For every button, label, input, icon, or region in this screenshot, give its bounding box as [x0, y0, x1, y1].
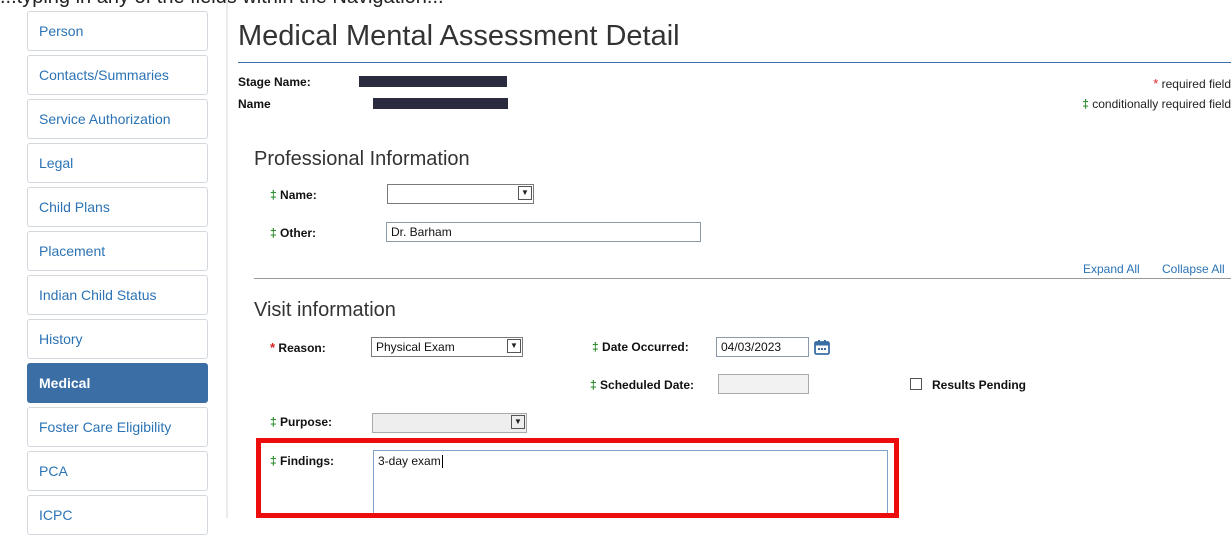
sidebar-item-person[interactable]: Person	[27, 11, 208, 51]
stage-name-value-redacted	[359, 76, 507, 87]
professional-other-label-text: Other:	[280, 226, 317, 240]
top-caption-fragment: ...typing in any of the fields within th…	[0, 0, 444, 9]
conditional-legend-text: conditionally required field	[1092, 97, 1231, 111]
required-legend: * required field	[1153, 76, 1231, 91]
conditional-marker: ‡	[270, 188, 277, 202]
professional-name-label: ‡ Name:	[270, 188, 317, 202]
professional-name-label-text: Name:	[280, 188, 317, 202]
sidebar-item-contacts-summaries[interactable]: Contacts/Summaries	[27, 55, 208, 95]
purpose-label-text: Purpose:	[280, 415, 333, 429]
sidebar-item-placement[interactable]: Placement	[27, 231, 208, 271]
sidebar-item-icpc[interactable]: ICPC	[27, 495, 208, 535]
visit-information-heading: Visit information	[254, 299, 396, 321]
professional-information-heading: Professional Information	[254, 148, 470, 170]
stage-name-label: Stage Name:	[238, 75, 311, 89]
expand-all-link[interactable]: Expand All	[1083, 262, 1140, 276]
conditional-marker: ‡	[1082, 97, 1089, 111]
sidebar-item-legal[interactable]: Legal	[27, 143, 208, 183]
title-rule	[238, 62, 1231, 63]
page-title: Medical Mental Assessment Detail	[238, 20, 680, 52]
sidebar-divider	[226, 0, 228, 518]
scheduled-date-label-text: Scheduled Date:	[600, 378, 695, 392]
purpose-label: ‡ Purpose:	[270, 415, 332, 429]
conditional-marker: ‡	[270, 226, 277, 240]
chevron-down-icon: ▼	[518, 186, 532, 200]
sidebar-item-service-authorization[interactable]: Service Authorization	[27, 99, 208, 139]
findings-highlight-box	[256, 438, 899, 518]
required-marker: *	[1153, 76, 1159, 91]
sidebar-item-foster-care-eligibility[interactable]: Foster Care Eligibility	[27, 407, 208, 447]
professional-name-select[interactable]: ▼	[387, 184, 534, 204]
scheduled-date-input[interactable]	[718, 374, 809, 394]
professional-other-input[interactable]: Dr. Barham	[386, 222, 701, 242]
calendar-icon[interactable]	[814, 339, 830, 355]
results-pending-checkbox[interactable]	[910, 378, 922, 390]
date-occurred-label: ‡ Date Occurred:	[592, 340, 689, 354]
conditional-marker: ‡	[592, 340, 599, 354]
results-pending-label: Results Pending	[932, 378, 1027, 392]
name-value-redacted	[373, 98, 508, 109]
professional-other-label: ‡ Other:	[270, 226, 316, 240]
reason-label-text: Reason:	[278, 341, 326, 355]
reason-selected: Physical Exam	[376, 340, 455, 354]
required-legend-text: required field	[1161, 77, 1231, 91]
section-rule	[254, 278, 1231, 279]
required-marker: *	[270, 340, 276, 355]
sidebar-item-child-plans[interactable]: Child Plans	[27, 187, 208, 227]
sidebar-item-indian-child-status[interactable]: Indian Child Status	[27, 275, 208, 315]
name-label: Name	[238, 97, 271, 111]
conditional-marker: ‡	[270, 415, 277, 429]
collapse-all-link[interactable]: Collapse All	[1162, 262, 1225, 276]
conditional-marker: ‡	[590, 378, 597, 392]
sidebar-item-pca[interactable]: PCA	[27, 451, 208, 491]
reason-select[interactable]: Physical Exam ▼	[371, 337, 523, 357]
conditional-legend: ‡ conditionally required field	[1082, 97, 1231, 111]
purpose-select[interactable]: ▼	[372, 413, 527, 433]
scheduled-date-label: ‡ Scheduled Date:	[590, 378, 694, 392]
sidebar-item-medical[interactable]: Medical	[27, 363, 208, 403]
chevron-down-icon: ▼	[507, 339, 521, 353]
date-occurred-input[interactable]: 04/03/2023	[716, 337, 809, 357]
reason-label: * Reason:	[270, 340, 326, 355]
sidebar-nav: Person Contacts/Summaries Service Author…	[27, 11, 208, 539]
chevron-down-icon: ▼	[511, 415, 525, 429]
sidebar-item-history[interactable]: History	[27, 319, 208, 359]
date-occurred-label-text: Date Occurred:	[602, 340, 689, 354]
